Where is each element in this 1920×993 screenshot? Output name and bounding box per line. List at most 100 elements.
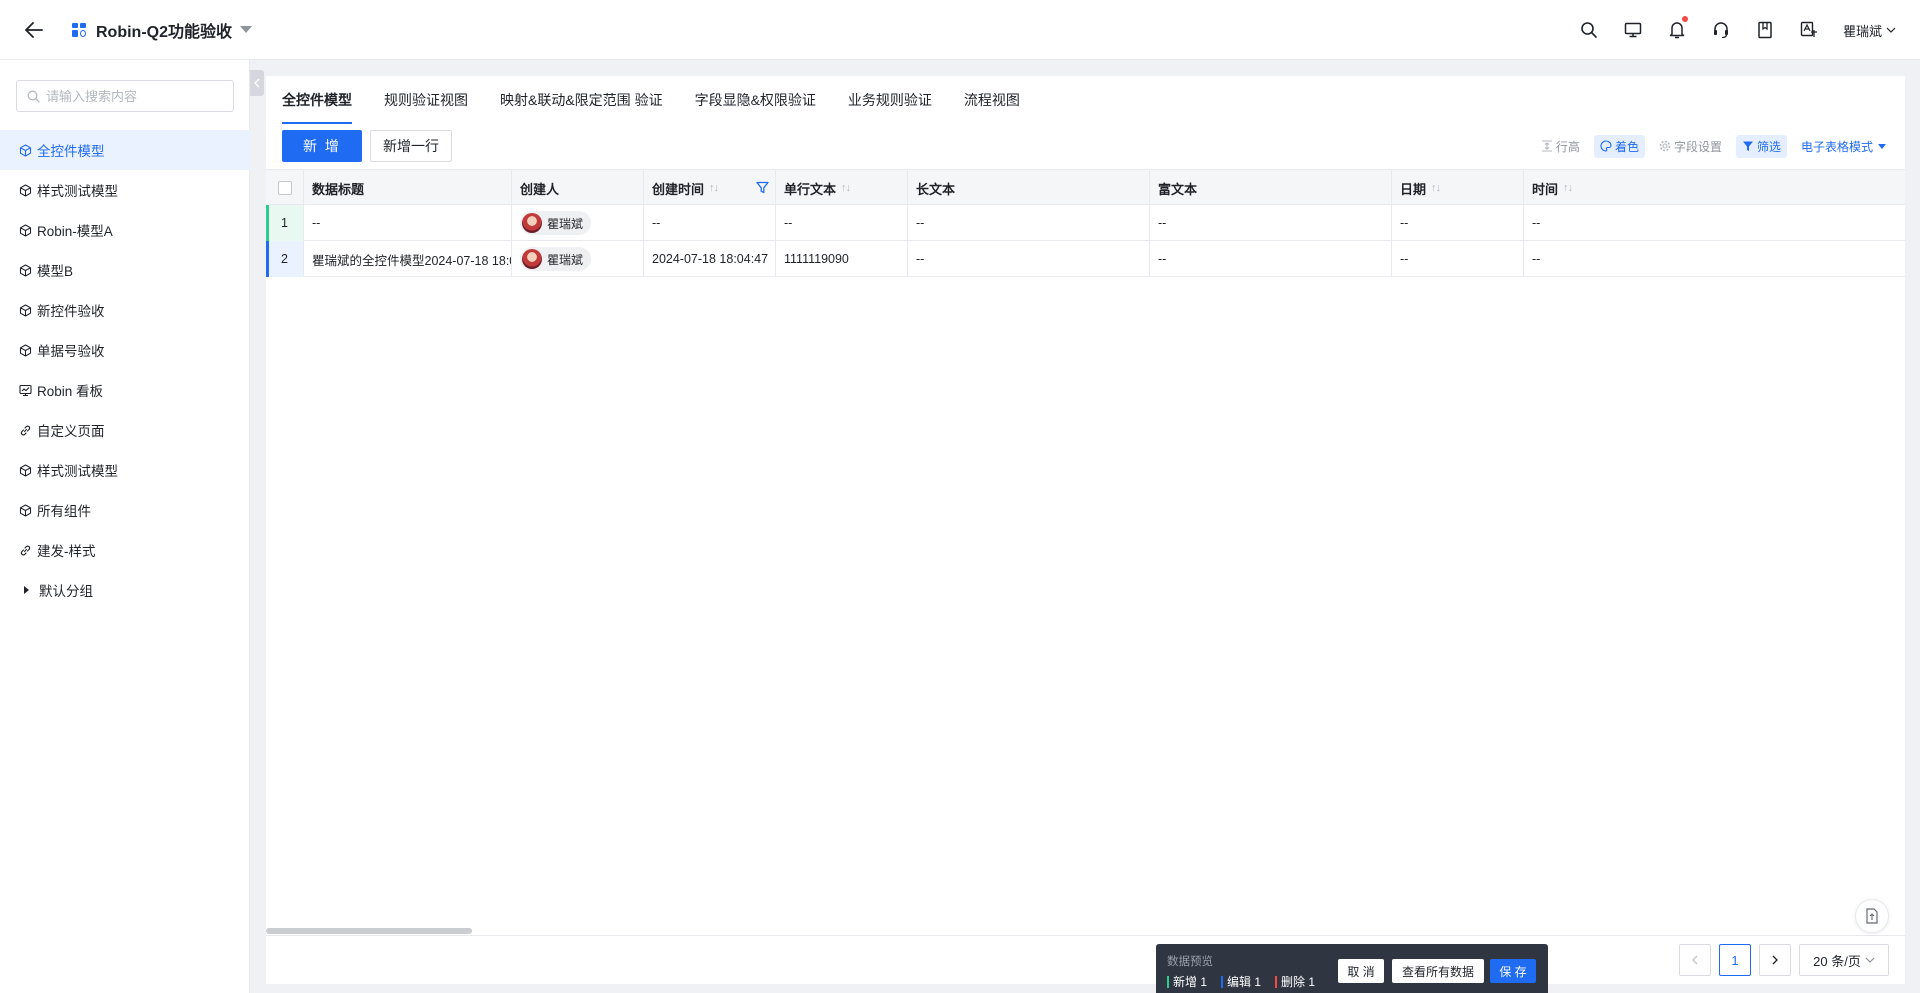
column-header[interactable]: 长文本	[908, 170, 1150, 206]
export-button[interactable]	[1855, 899, 1889, 933]
sidebar-item[interactable]: 全控件模型	[0, 130, 250, 170]
tab-1[interactable]: 规则验证视图	[384, 76, 468, 124]
bookmark-icon[interactable]	[1743, 0, 1787, 60]
cancel-button[interactable]: 取 消	[1338, 959, 1384, 983]
sidebar-item-label: 单据号验收	[37, 344, 105, 359]
bell-icon[interactable]	[1655, 0, 1699, 60]
page-size-select[interactable]: 20 条/页	[1799, 944, 1889, 976]
table-header-row: 数据标题 创建人 创建时间 ↑↓ 单行文本 ↑↓ 长文本 富文本 日期 ↑↓ 时间 ↑↓	[266, 169, 1905, 206]
cell-value: --	[312, 216, 321, 230]
prev-page-button[interactable]	[1679, 944, 1711, 976]
sort-icon[interactable]: ↑↓	[1563, 182, 1573, 194]
caret-right-icon	[24, 586, 29, 594]
table-cell[interactable]: 2024-07-18 18:04:47	[644, 241, 776, 277]
creator-name: 瞿瑞斌	[547, 252, 584, 267]
table-row[interactable]: 2 瞿瑞斌的全控件模型2024-07-18 18:04:47 瞿瑞斌 2024-07-…	[266, 241, 1905, 277]
user-menu[interactable]: 瞿瑞斌	[1843, 21, 1896, 40]
table-cell[interactable]: 瞿瑞斌	[512, 205, 644, 241]
tab-4[interactable]: 业务规则验证	[848, 76, 932, 124]
caret-down-icon	[1878, 143, 1886, 149]
color-button[interactable]: 着色	[1593, 134, 1645, 158]
table-cell[interactable]: --	[1150, 205, 1392, 241]
column-header[interactable]: 日期 ↑↓	[1392, 170, 1524, 206]
table-cell[interactable]: --	[644, 205, 776, 241]
table-cell[interactable]: --	[1524, 241, 1664, 277]
sidebar-item[interactable]: 自定义页面	[0, 410, 250, 450]
chevron-right-icon	[1772, 955, 1778, 965]
search-input[interactable]	[46, 88, 226, 104]
creator-name: 瞿瑞斌	[547, 216, 584, 231]
table-cell[interactable]: --	[304, 205, 512, 241]
row-height-button[interactable]: 行高	[1535, 135, 1586, 158]
search-icon	[27, 90, 40, 103]
sort-icon[interactable]: ↑↓	[709, 182, 719, 194]
sidebar-item-label: 样式测试模型	[37, 184, 118, 199]
sidebar-item[interactable]: 建发-样式	[0, 530, 250, 570]
select-all-checkbox[interactable]	[277, 181, 292, 195]
toolbar: 新 增 新增一行 行高 着色 字段设置 筛选 电子表格模式	[282, 130, 1892, 162]
sidebar-item[interactable]: 模型B	[0, 250, 250, 290]
preview-stats: 新增 1 编辑 1 删除 1	[1167, 973, 1315, 990]
sidebar-search[interactable]	[16, 80, 234, 112]
sidebar-item[interactable]: Robin-模型A	[0, 210, 250, 250]
filter-button[interactable]: 筛选	[1735, 134, 1787, 158]
sidebar-item[interactable]: 所有组件	[0, 490, 250, 530]
tab-2[interactable]: 映射&联动&限定范围 验证	[500, 76, 663, 124]
table-cell[interactable]: --	[908, 241, 1150, 277]
app-switch-caret-icon[interactable]	[240, 26, 252, 33]
palette-icon	[1600, 140, 1612, 152]
column-header[interactable]: 单行文本 ↑↓	[776, 170, 908, 206]
sidebar: 全控件模型样式测试模型 Robin-模型A 模型B 新控件验收单据号验收 Robin 看…	[0, 60, 250, 993]
monitor-icon[interactable]	[1611, 0, 1655, 60]
save-button[interactable]: 保 存	[1490, 959, 1536, 983]
add-button[interactable]: 新 增	[282, 130, 362, 162]
column-header[interactable]: 富文本	[1150, 170, 1392, 206]
column-header[interactable]: 数据标题	[304, 170, 512, 206]
cell-value: --	[652, 216, 661, 230]
table-cell[interactable]: --	[1392, 205, 1524, 241]
headset-icon[interactable]	[1699, 0, 1743, 60]
sidebar-item[interactable]: Robin 看板	[0, 370, 250, 410]
column-header[interactable]: 创建人	[512, 170, 644, 206]
table-cell[interactable]: --	[1524, 205, 1664, 241]
tab-3[interactable]: 字段显隐&权限验证	[695, 76, 816, 124]
horizontal-scrollbar[interactable]	[266, 928, 472, 934]
table-cell[interactable]: --	[1150, 241, 1392, 277]
app-title[interactable]: Robin-Q2功能验收	[96, 18, 232, 42]
table-row[interactable]: 1 -- 瞿瑞斌 -- -- -- -- -- --	[266, 205, 1905, 241]
search-icon[interactable]	[1567, 0, 1611, 60]
table-cell[interactable]: 瞿瑞斌的全控件模型2024-07-18 18:04:47	[304, 241, 512, 277]
table-cell[interactable]: --	[908, 205, 1150, 241]
tab-5[interactable]: 流程视图	[964, 76, 1020, 124]
sidebar-item[interactable]: 样式测试模型	[0, 170, 250, 210]
translate-icon[interactable]	[1787, 0, 1831, 60]
field-settings-button[interactable]: 字段设置	[1653, 135, 1728, 158]
color-label: 着色	[1614, 139, 1639, 154]
column-header[interactable]: 创建时间 ↑↓	[644, 170, 776, 206]
spreadsheet-mode-dropdown[interactable]: 电子表格模式	[1795, 135, 1892, 158]
sidebar-item[interactable]: 新控件验收	[0, 290, 250, 330]
tab-0[interactable]: 全控件模型	[282, 76, 352, 124]
view-all-data-button[interactable]: 查看所有数据	[1392, 959, 1484, 983]
table-cell[interactable]: --	[776, 205, 908, 241]
edited-count-text: 编辑 1	[1227, 975, 1262, 989]
column-header[interactable]: 时间 ↑↓	[1524, 170, 1664, 206]
collapse-sidebar-button[interactable]	[250, 70, 264, 96]
filter-active-icon[interactable]	[756, 181, 769, 197]
page-number[interactable]: 1	[1719, 944, 1751, 976]
sidebar-item[interactable]: 样式测试模型	[0, 450, 250, 490]
view-tabs: 全控件模型 规则验证视图 映射&联动&限定范围 验证 字段显隐&权限验证 业务规则验证流…	[266, 76, 1905, 124]
table-cell[interactable]: 1111119090	[776, 241, 908, 277]
sidebar-item-label: Robin-模型A	[37, 224, 113, 239]
chevron-left-icon	[1692, 955, 1698, 965]
sort-icon[interactable]: ↑↓	[841, 182, 851, 194]
sidebar-group-default[interactable]: 默认分组	[0, 570, 250, 610]
back-arrow-icon[interactable]	[22, 18, 46, 42]
table-cell[interactable]: 瞿瑞斌	[512, 241, 644, 277]
add-row-button[interactable]: 新增一行	[370, 130, 452, 162]
next-page-button[interactable]	[1759, 944, 1791, 976]
sort-icon[interactable]: ↑↓	[1431, 182, 1441, 194]
dashboard-icon	[18, 383, 32, 397]
sidebar-item[interactable]: 单据号验收	[0, 330, 250, 370]
table-cell[interactable]: --	[1392, 241, 1524, 277]
